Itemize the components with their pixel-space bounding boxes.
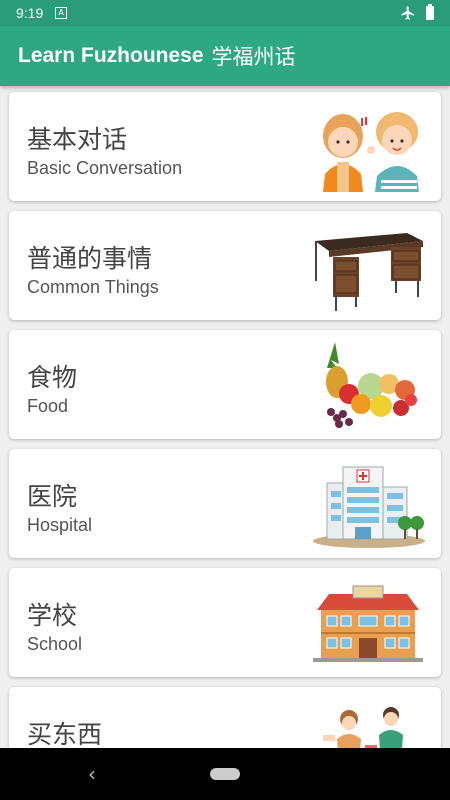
category-card-school[interactable]: 学校 School [9, 568, 441, 677]
category-title-cn: 基本对话 [27, 125, 128, 154]
category-title-cn: 医院 [27, 482, 78, 511]
category-title-en: Basic Conversation [27, 158, 183, 178]
app-bar: Learn Fuzhounese 学福州话 [0, 26, 450, 86]
sim-card-icon: A [55, 7, 68, 19]
two-people-talking-icon [323, 112, 419, 192]
school-building-icon [313, 585, 423, 662]
shopping-people-icon [323, 707, 403, 748]
app-title-chinese: 学福州话 [211, 45, 296, 69]
category-title-en: School [27, 634, 83, 654]
desk-icon [315, 233, 423, 311]
app-title: Learn Fuzhounese [18, 44, 204, 67]
category-title-en: Common Things [27, 277, 159, 297]
category-card-common-things[interactable]: 普通的事情 Common Things [9, 211, 441, 320]
airplane-mode-icon [401, 6, 414, 20]
status-bar: 9:19 A [0, 0, 450, 26]
hospital-building-icon [313, 466, 425, 548]
category-title-cn: 学校 [27, 601, 78, 630]
category-title-cn: 普通的事情 [27, 244, 153, 273]
category-title-en: Hospital [27, 515, 93, 535]
navigation-bar: ‹ [0, 748, 450, 800]
fruit-pile-icon [326, 342, 417, 428]
status-time: 9:19 [16, 5, 44, 21]
category-card-shopping[interactable]: 买东西 [9, 687, 441, 748]
category-title-cn: 食物 [27, 363, 78, 392]
category-card-food[interactable]: 食物 Food [9, 330, 441, 439]
category-title-cn: 买东西 [27, 720, 103, 748]
home-pill-icon[interactable] [210, 768, 240, 780]
back-icon[interactable]: ‹ [88, 762, 96, 786]
category-card-hospital[interactable]: 医院 Hospital [9, 449, 441, 558]
category-list[interactable]: 基本对话 Basic Conversation 普通的事情 Common Thi… [0, 86, 450, 748]
battery-icon [426, 4, 434, 20]
category-title-en: Food [27, 396, 69, 416]
category-card-basic-conversation[interactable]: 基本对话 Basic Conversation [9, 92, 441, 201]
